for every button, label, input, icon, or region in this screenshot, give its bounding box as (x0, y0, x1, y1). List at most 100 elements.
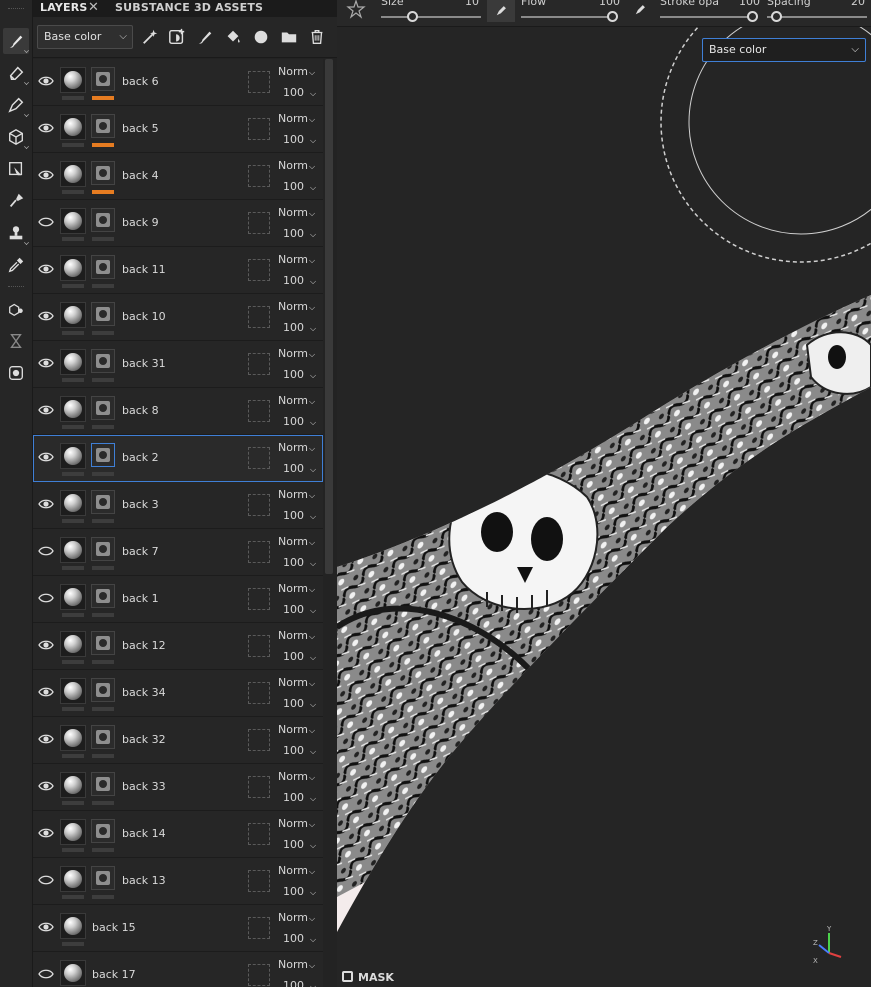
opacity-dropdown[interactable]: 100 ⌵ (283, 274, 316, 287)
layer-name[interactable]: back 7 (122, 545, 159, 558)
layer-row[interactable]: back 14 Norm⌵ 100 ⌵ (33, 811, 323, 858)
layer-row[interactable]: back 10 Norm⌵ 100 ⌵ (33, 294, 323, 341)
channel-dropdown[interactable]: Base color ⌵ (37, 25, 133, 49)
layer-name[interactable]: back 2 (122, 451, 159, 464)
layer-material-thumbnail[interactable] (60, 208, 86, 234)
layer-mask-thumbnail[interactable] (91, 255, 115, 279)
layer-material-thumbnail[interactable] (60, 67, 86, 93)
visibility-eye-icon[interactable] (38, 684, 54, 700)
blend-mode-dropdown[interactable]: Norm⌵ (278, 488, 315, 501)
visibility-eye-icon[interactable] (38, 402, 54, 418)
opacity-dropdown[interactable]: 100 ⌵ (283, 133, 316, 146)
blend-mode-dropdown[interactable]: Norm⌵ (278, 441, 315, 454)
layer-name[interactable]: back 10 (122, 310, 166, 323)
settings-tool[interactable] (3, 360, 29, 386)
polygon-fill-tool[interactable] (3, 124, 29, 150)
size-slider[interactable] (381, 16, 481, 18)
blend-mode-dropdown[interactable]: Norm⌵ (278, 112, 315, 125)
visibility-eye-icon[interactable] (38, 214, 54, 230)
layer-row[interactable]: back 13 Norm⌵ 100 ⌵ (33, 858, 323, 905)
layer-mask-thumbnail[interactable] (91, 114, 115, 138)
add-mask-icon[interactable] (167, 27, 187, 47)
layer-row[interactable]: back 8 Norm⌵ 100 ⌵ (33, 388, 323, 435)
fill-bucket-icon[interactable] (223, 27, 243, 47)
layer-mask-thumbnail[interactable] (91, 208, 115, 232)
blend-mode-dropdown[interactable]: Norm⌵ (278, 253, 315, 266)
layer-material-thumbnail[interactable] (60, 396, 86, 422)
blend-mode-dropdown[interactable]: Norm⌵ (278, 65, 315, 78)
blend-mode-dropdown[interactable]: Norm⌵ (278, 958, 315, 971)
layer-material-thumbnail[interactable] (60, 161, 86, 187)
visibility-eye-icon[interactable] (38, 261, 54, 277)
close-icon[interactable]: ✕ (88, 0, 99, 17)
layer-mask-thumbnail[interactable] (91, 349, 115, 373)
opacity-dropdown[interactable]: 100 ⌵ (283, 321, 316, 334)
layer-row[interactable]: back 7 Norm⌵ 100 ⌵ (33, 529, 323, 576)
blend-mode-dropdown[interactable]: Norm⌵ (278, 535, 315, 548)
layer-mask-thumbnail[interactable] (91, 631, 115, 655)
blend-mode-dropdown[interactable]: Norm⌵ (278, 582, 315, 595)
layer-material-thumbnail[interactable] (60, 866, 86, 892)
visibility-eye-icon[interactable] (38, 543, 54, 559)
opacity-dropdown[interactable]: 100 ⌵ (283, 86, 316, 99)
eraser-tool[interactable] (3, 60, 29, 86)
opacity-dropdown[interactable]: 100 ⌵ (283, 744, 316, 757)
layer-material-thumbnail[interactable] (60, 537, 86, 563)
layer-row[interactable]: back 34 Norm⌵ 100 ⌵ (33, 670, 323, 717)
opacity-dropdown[interactable]: 100 ⌵ (283, 556, 316, 569)
blend-mode-dropdown[interactable]: Norm⌵ (278, 864, 315, 877)
stroke-opacity-value[interactable]: 100 (739, 0, 760, 8)
layer-mask-thumbnail[interactable] (91, 819, 115, 843)
visibility-eye-icon[interactable] (38, 731, 54, 747)
layer-material-thumbnail[interactable] (60, 114, 86, 140)
layer-name[interactable]: back 1 (122, 592, 159, 605)
magic-wand-icon[interactable] (140, 27, 160, 47)
layer-mask-thumbnail[interactable] (91, 537, 115, 561)
visibility-eye-icon[interactable] (38, 120, 54, 136)
visibility-eye-icon[interactable] (38, 308, 54, 324)
layer-mask-thumbnail[interactable] (91, 161, 115, 185)
blend-mode-dropdown[interactable]: Norm⌵ (278, 347, 315, 360)
layer-material-thumbnail[interactable] (60, 960, 86, 986)
opacity-dropdown[interactable]: 100 ⌵ (283, 227, 316, 240)
layer-row[interactable]: back 3 Norm⌵ 100 ⌵ (33, 482, 323, 529)
layer-mask-thumbnail[interactable] (91, 678, 115, 702)
visibility-eye-icon[interactable] (38, 496, 54, 512)
layer-row[interactable]: back 15 Norm⌵ 100 ⌵ (33, 905, 323, 952)
visibility-eye-icon[interactable] (38, 167, 54, 183)
flow-value[interactable]: 100 (599, 0, 620, 8)
layer-row[interactable]: back 1 Norm⌵ 100 ⌵ (33, 576, 323, 623)
size-slider-handle[interactable] (407, 11, 418, 22)
layer-list-scrollbar[interactable] (325, 59, 333, 574)
layer-material-thumbnail[interactable] (60, 255, 86, 281)
selection-tool[interactable] (3, 156, 29, 182)
spacing-slider[interactable] (767, 16, 867, 18)
layer-name[interactable]: back 13 (122, 874, 166, 887)
opacity-dropdown[interactable]: 100 ⌵ (283, 509, 316, 522)
blend-mode-dropdown[interactable]: Norm⌵ (278, 723, 315, 736)
layer-material-thumbnail[interactable] (60, 631, 86, 657)
layer-material-thumbnail[interactable] (60, 913, 86, 939)
layer-mask-thumbnail[interactable] (91, 67, 115, 91)
opacity-dropdown[interactable]: 100 ⌵ (283, 462, 316, 475)
layer-name[interactable]: back 9 (122, 216, 159, 229)
layer-row[interactable]: back 32 Norm⌵ 100 ⌵ (33, 717, 323, 764)
opacity-dropdown[interactable]: 100 ⌵ (283, 838, 316, 851)
layer-name[interactable]: back 11 (122, 263, 166, 276)
visibility-eye-icon[interactable] (38, 825, 54, 841)
layer-mask-thumbnail[interactable] (91, 490, 115, 514)
layer-row[interactable]: back 12 Norm⌵ 100 ⌵ (33, 623, 323, 670)
layer-name[interactable]: back 15 (92, 921, 136, 934)
tab-layers[interactable]: LAYERS (40, 0, 88, 17)
projection-tool[interactable] (3, 92, 29, 118)
visibility-eye-icon[interactable] (38, 355, 54, 371)
blend-mode-dropdown[interactable]: Norm⌵ (278, 817, 315, 830)
blend-mode-dropdown[interactable]: Norm⌵ (278, 394, 315, 407)
visibility-eye-icon[interactable] (38, 449, 54, 465)
flow-slider[interactable] (521, 16, 617, 18)
smart-material-icon[interactable] (251, 27, 271, 47)
layer-mask-thumbnail[interactable] (91, 302, 115, 326)
layer-row[interactable]: back 17 Norm⌵ 100 ⌵ (33, 952, 323, 987)
stroke-opacity-slider-handle[interactable] (747, 11, 758, 22)
layer-row[interactable]: back 6 Norm⌵ 100 ⌵ (33, 59, 323, 106)
